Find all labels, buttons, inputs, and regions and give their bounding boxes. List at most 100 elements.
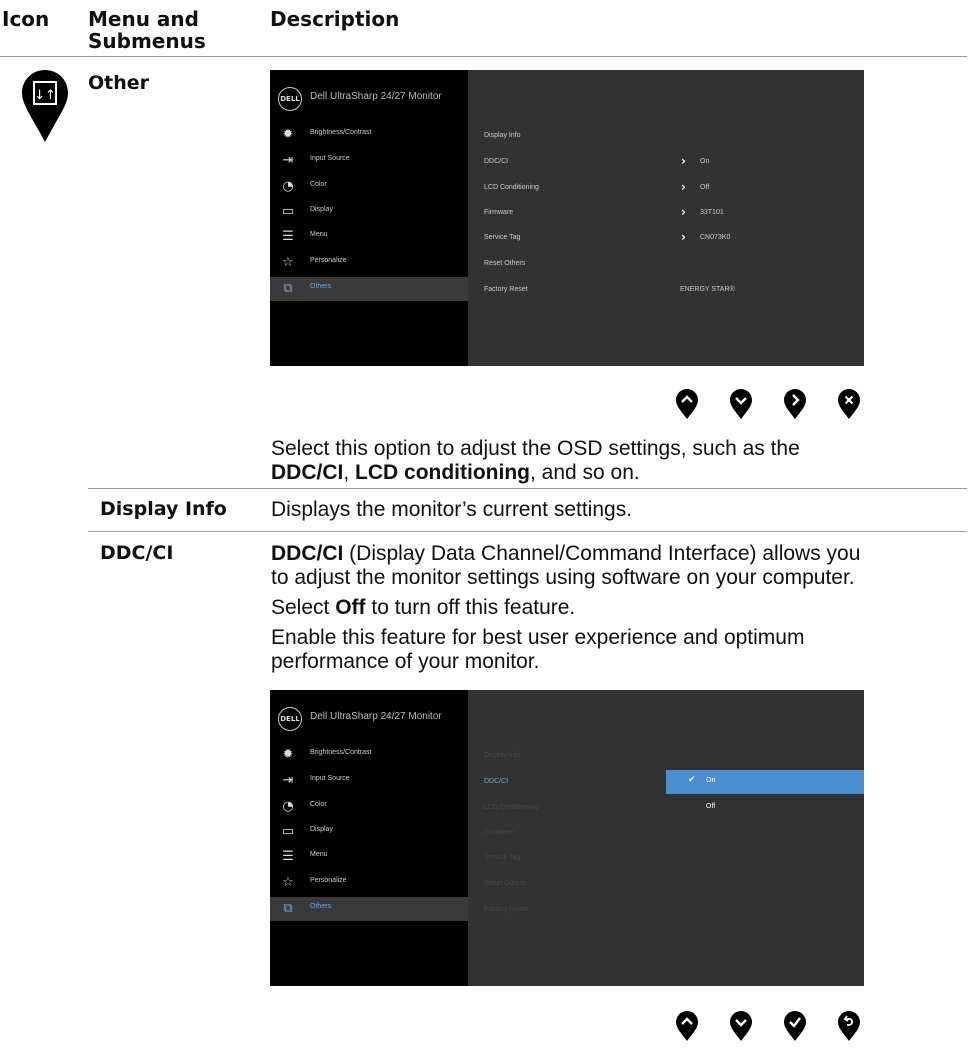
others-icon: ⧉ — [283, 281, 293, 296]
header-menu: Menu and Submenus — [88, 7, 206, 53]
osd-menu-input[interactable]: ⇥ Input Source — [270, 769, 468, 793]
osd-menu-label: Menu — [310, 851, 328, 858]
ddcci-line2: to adjust the monitor settings using sof… — [271, 566, 855, 589]
osd-panel-right — [468, 70, 864, 366]
down-button[interactable] — [730, 1011, 752, 1041]
osd-sub-reset-others[interactable]: Reset Others — [484, 260, 525, 267]
others-icon: ⧉ — [283, 901, 293, 916]
osd-value-ddc: On — [700, 158, 710, 165]
osd-menu-display[interactable]: ▭ Display — [270, 820, 468, 844]
star-icon: ☆ — [282, 255, 294, 270]
osd-menu-display[interactable]: ▭ Display — [270, 200, 468, 224]
header-icon: Icon — [2, 7, 50, 31]
osd-menu-label: Display — [310, 206, 333, 213]
header-rule — [0, 56, 967, 57]
option-label: On — [706, 777, 716, 784]
osd-menu-label: Personalize — [310, 877, 347, 884]
ddcci-desc: DDC/CI (Display Data Channel/Command Int… — [271, 542, 967, 674]
right-button[interactable] — [784, 389, 806, 419]
intro-end: , and so on. — [529, 461, 640, 484]
up-button[interactable] — [676, 1011, 698, 1041]
chevron-right-icon: › — [681, 154, 686, 168]
close-button[interactable] — [838, 389, 860, 419]
osd-sub-lcd[interactable]: LCD Conditioning — [484, 184, 539, 191]
osd-menu-label: Brightness/Contrast — [310, 129, 372, 136]
ddcci-bold: DDC/CI — [271, 542, 344, 565]
osd-menu-label: Others — [310, 283, 332, 290]
intro-sep: , — [343, 461, 356, 484]
osd-sub-factory-reset[interactable]: Factory Reset — [484, 286, 528, 293]
intro-line1: Select this option to adjust the OSD set… — [271, 437, 800, 460]
osd-sub-service-tag[interactable]: Service Tag — [484, 854, 520, 861]
chevron-right-icon: › — [681, 230, 686, 244]
dell-logo: DELL — [278, 707, 302, 731]
brightness-icon: ✹ — [282, 127, 294, 142]
osd-menu-menu[interactable]: ☰ Menu — [270, 845, 468, 869]
ddc-option-on[interactable]: ✔ On — [666, 770, 864, 794]
display-icon: ▭ — [281, 824, 295, 839]
osd-menu-others[interactable]: ⧉ Others — [270, 897, 468, 921]
option-label: Off — [706, 803, 716, 810]
osd-menu-color[interactable]: ◔ Color — [270, 795, 468, 819]
rule-1 — [88, 488, 967, 489]
osd-menu-label: Display — [310, 826, 333, 833]
osd-value-lcd: Off — [700, 184, 710, 191]
osd-menu-brightness[interactable]: ✹ Brightness/Contrast — [270, 123, 468, 147]
ddcci-off-bold: Off — [335, 596, 366, 619]
ddcci-enable-line2: performance of your monitor. — [271, 650, 540, 673]
osd-menu-others[interactable]: ⧉ Others — [270, 277, 468, 301]
color-palette-icon: ◔ — [282, 799, 294, 814]
section-title: Other — [88, 72, 150, 94]
header-description: Description — [270, 7, 400, 31]
check-icon: ✔ — [688, 775, 696, 785]
osd-menu-personalize[interactable]: ☆ Personalize — [270, 871, 468, 895]
osd-panel-right — [468, 690, 864, 986]
osd-menu-label: Menu — [310, 231, 328, 238]
ddcci-enable-line1: Enable this feature for best user experi… — [271, 626, 805, 649]
up-button[interactable] — [676, 389, 698, 419]
osd-menu-menu[interactable]: ☰ Menu — [270, 225, 468, 249]
osd-sub-lcd[interactable]: LCD Conditioning — [484, 804, 539, 811]
osd-sub-ddcci[interactable]: DDC/CI — [484, 158, 508, 165]
osd-menu-color[interactable]: ◔ Color — [270, 175, 468, 199]
menu-icon: ☰ — [282, 229, 294, 244]
intro-bold-ddc: DDC/CI — [271, 461, 344, 484]
down-button[interactable] — [730, 389, 752, 419]
osd-screen-2: DELL Dell UltraSharp 24/27 Monitor ✹ Brig… — [270, 690, 864, 986]
brightness-icon: ✹ — [282, 747, 294, 762]
back-button[interactable] — [838, 1011, 860, 1041]
osd-title: Dell UltraSharp 24/27 Monitor — [310, 711, 442, 722]
osd-menu-label: Color — [310, 181, 327, 188]
color-palette-icon: ◔ — [282, 179, 294, 194]
osd-menu-brightness[interactable]: ✹ Brightness/Contrast — [270, 743, 468, 767]
star-icon: ☆ — [282, 875, 294, 890]
ddc-option-off[interactable]: Off — [666, 796, 864, 820]
osd-energy-star: ENERGY STAR® — [680, 286, 735, 293]
osd-sub-service-tag[interactable]: Service Tag — [484, 234, 520, 241]
osd-menu-label: Input Source — [310, 155, 350, 162]
osd-sub-factory-reset[interactable]: Factory Reset — [484, 906, 528, 913]
display-icon: ▭ — [281, 204, 295, 219]
display-info-label: Display Info — [100, 498, 227, 520]
osd-sub-firmware[interactable]: Firmware — [484, 829, 513, 836]
check-button[interactable] — [784, 1011, 806, 1041]
ddcci-select-end: to turn off this feature. — [365, 596, 576, 619]
osd-value-firmware: 33T101 — [700, 209, 724, 216]
osd-value-service-tag: CN073K0 — [700, 234, 731, 241]
osd-sub-ddcci[interactable]: DDC/CI — [484, 778, 508, 785]
osd-title: Dell UltraSharp 24/27 Monitor — [310, 91, 442, 102]
osd-sub-display-info[interactable]: Display Info — [484, 132, 521, 139]
osd-menu-personalize[interactable]: ☆ Personalize — [270, 251, 468, 275]
osd-menu-label: Input Source — [310, 775, 350, 782]
osd-menu-input[interactable]: ⇥ Input Source — [270, 149, 468, 173]
osd-sub-display-info[interactable]: Display Info — [484, 752, 521, 759]
ddcci-select: Select — [271, 596, 336, 619]
intro-bold-lcd: LCD conditioning — [355, 461, 530, 484]
others-pin-icon: ↓↑ — [22, 70, 68, 146]
display-info-desc: Displays the monitor’s current settings. — [271, 498, 633, 521]
osd-menu-label: Brightness/Contrast — [310, 749, 372, 756]
ddcci-line1: (Display Data Channel/Command Interface)… — [343, 542, 861, 565]
osd-sub-firmware[interactable]: Firmware — [484, 209, 513, 216]
osd-sub-reset-others[interactable]: Reset Others — [484, 880, 525, 887]
osd-menu-label: Others — [310, 903, 332, 910]
